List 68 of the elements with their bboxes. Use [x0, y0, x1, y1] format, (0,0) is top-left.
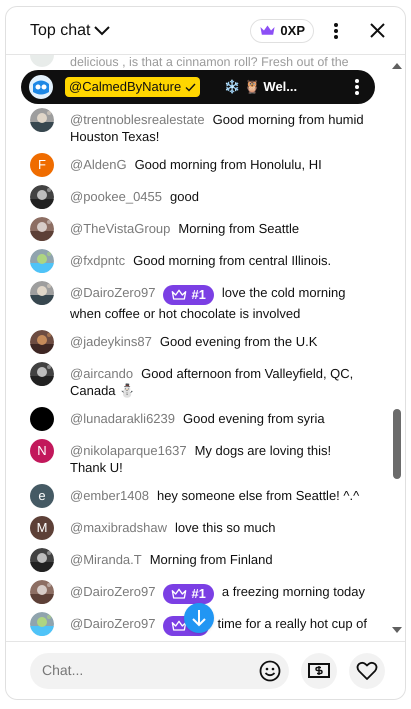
chat-message: Morning from Finland — [150, 552, 273, 567]
scroll-down-icon[interactable] — [392, 627, 402, 633]
chat-message: Good afternoon from Valleyfield, QC, — [141, 366, 354, 381]
chat-username[interactable]: @TheVistaGroup — [70, 221, 170, 236]
scroll-thumb[interactable] — [393, 409, 401, 479]
chat-message: love the cold morning — [222, 285, 346, 300]
chat-message-continued: Thank U! — [70, 459, 123, 476]
crown-icon — [171, 620, 188, 632]
chat-input-bar[interactable]: Chat... — [30, 652, 289, 688]
scroll-to-bottom-button[interactable] — [184, 603, 214, 633]
chat-username[interactable]: @maxibradshaw — [70, 520, 168, 535]
crown-icon — [171, 588, 188, 600]
chat-message-continued: Houston Texas! — [70, 128, 160, 145]
chat-message: time for a really hot cup of — [217, 616, 368, 631]
chat-message: Good evening from the U.K — [160, 334, 318, 349]
chat-message: a freezing morning today — [222, 584, 366, 599]
chat-username[interactable]: @lunadarakli6239 — [70, 411, 175, 426]
chat-username[interactable]: @aircando — [70, 366, 134, 381]
avatar: F — [30, 153, 54, 177]
more-icon[interactable] — [334, 22, 338, 38]
rank-badge: #1 — [163, 285, 214, 305]
chat-input-field[interactable]: Chat... — [42, 660, 259, 681]
chat-message: Morning from Seattle — [178, 221, 300, 236]
chevron-down-icon — [94, 26, 110, 36]
chat-message: Good evening from syria — [183, 411, 325, 426]
chat-username[interactable]: @DairoZero97 — [70, 584, 156, 599]
rank-badge: #1 — [163, 584, 214, 604]
avatar-icon — [29, 75, 53, 99]
chat-username[interactable]: @ember1408 — [70, 488, 149, 503]
like-button[interactable] — [349, 652, 385, 688]
chat-username[interactable]: @DairoZero97 — [70, 285, 156, 300]
chat-message: Good morning from Honolulu, HI — [134, 157, 322, 172]
chat-username[interactable]: @jadeykins87 — [70, 334, 152, 349]
chat-username[interactable]: @trentnoblesrealestate — [70, 112, 205, 127]
chat-message: good — [170, 189, 199, 204]
chat-message: Good morning from central Illinois. — [133, 253, 332, 268]
chat-message: hey someone else from Seattle! ^.^ — [156, 488, 360, 503]
chat-message: love this so much — [175, 520, 276, 535]
username-tag: @CalmedByNature — [65, 77, 200, 97]
heart-icon — [356, 660, 378, 680]
chat-message-continued: when coffee or hot chocolate is involved — [70, 305, 300, 322]
emoji-icon[interactable] — [259, 660, 281, 682]
verified-check-icon — [185, 82, 196, 92]
avatar: N — [30, 439, 54, 463]
crown-icon — [171, 289, 188, 301]
chat-username[interactable]: @AldenG — [70, 157, 127, 172]
avatar: M — [30, 516, 54, 540]
xp-button[interactable]: 0XP — [250, 18, 314, 42]
pinned-message-banner[interactable]: @CalmedByNature ❄ 🦉 Wel... — [21, 70, 375, 104]
close-icon[interactable] — [370, 23, 385, 38]
chat-username[interactable]: @pookee_0455 — [70, 189, 162, 204]
more-icon[interactable] — [355, 79, 359, 95]
avatar: e — [30, 484, 54, 508]
money-icon — [308, 662, 330, 678]
crown-icon — [259, 24, 276, 37]
chat-username[interactable]: @fxdpntc — [70, 253, 126, 268]
chat-message-continued: Canada ⛄ — [70, 382, 136, 399]
chat-message: Good morning from humid — [212, 112, 364, 127]
chat-mode-dropdown[interactable]: Top chat — [30, 18, 110, 42]
chat-message: delicious , is that a cinnamon roll? Fresh out of the — [70, 55, 349, 69]
chat-message: My dogs are loving this! — [194, 443, 332, 458]
pinned-text: ❄ 🦉 Wel... — [224, 78, 298, 96]
scroll-up-icon[interactable] — [392, 63, 402, 69]
chat-username[interactable]: @Miranda.T — [70, 552, 142, 567]
chat-username[interactable]: @nikolaparque1637 — [70, 443, 187, 458]
arrow-down-icon — [191, 609, 207, 627]
chat-username[interactable]: @DairoZero97 — [70, 616, 156, 631]
super-chat-button[interactable] — [301, 652, 337, 688]
